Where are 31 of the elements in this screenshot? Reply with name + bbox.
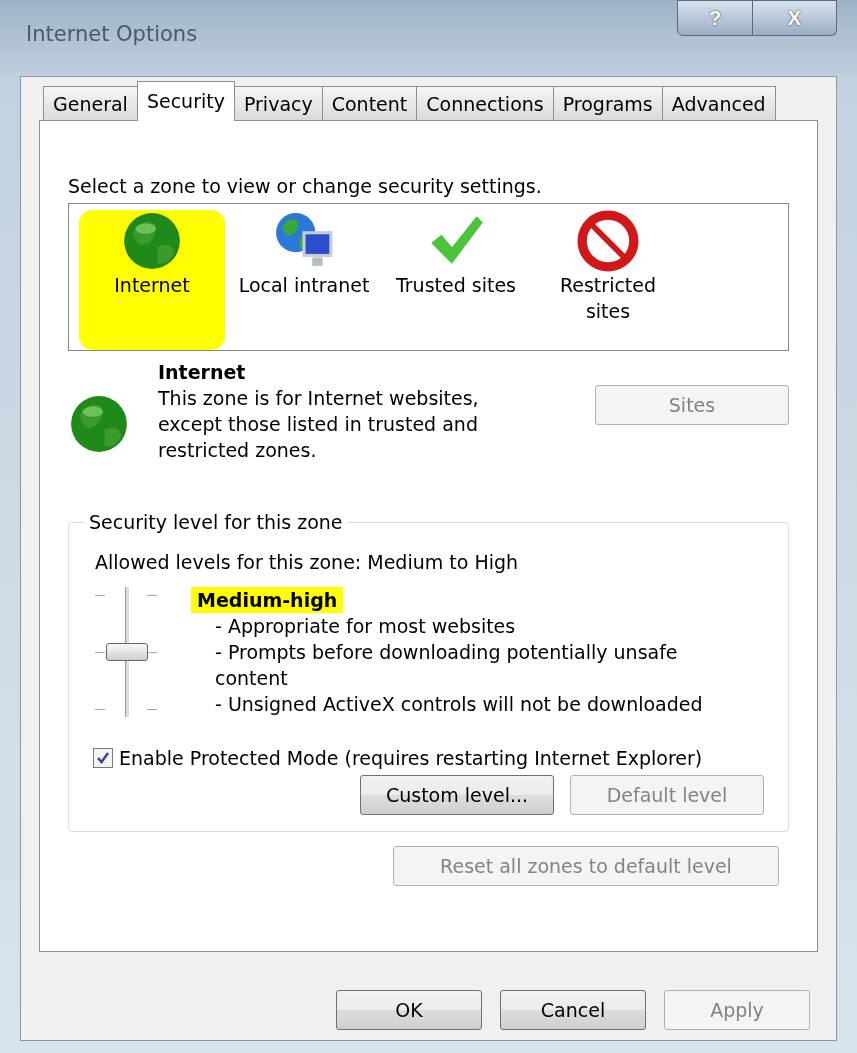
tab[interactable]: Content [321,86,418,120]
zone-item[interactable]: Internet [79,210,225,350]
no-entry-icon [577,210,639,272]
tab[interactable]: Connections [416,86,554,120]
tab[interactable]: Privacy [233,86,323,120]
zone-item[interactable]: Trusted sites [383,210,529,350]
globe-icon [121,210,183,272]
tab[interactable]: Advanced [661,86,776,120]
zone-description: This zone is for Internet websites, except those listed in trusted and restricted zones. [158,386,480,463]
zone-title: Internet [158,360,247,385]
check-icon [96,751,110,765]
window-title: Internet Options [26,22,198,46]
dialog-button[interactable]: OK [336,990,482,1030]
checkbox-label: Enable Protected Mode (requires restarting Internet Explorer) [119,747,703,769]
globe-icon [68,393,130,455]
level-detail: - Prompts before downloading potentially unsafe content [214,640,679,691]
level-button[interactable]: Custom level... [360,775,554,815]
allowed-levels: Allowed levels for this zone: Medium to High [95,551,520,573]
level-detail: - Appropriate for most websites [214,614,517,639]
group-legend: Security level for this zone [85,511,347,533]
level-detail: - Unsigned ActiveX controls will not be downloaded [214,692,704,717]
tab[interactable]: General [43,86,138,120]
level-name: Medium-high [191,587,344,613]
zone-item[interactable]: Restricted sites [535,210,681,350]
slider-thumb[interactable] [106,643,148,661]
zone-item[interactable]: Local intranet [231,210,377,350]
tab[interactable]: Programs [552,86,663,120]
tab[interactable]: Security [136,81,235,121]
zone-prompt: Select a zone to view or change security settings. [68,175,543,197]
dialog-button[interactable]: Cancel [500,990,646,1030]
checkbox[interactable] [93,748,113,768]
